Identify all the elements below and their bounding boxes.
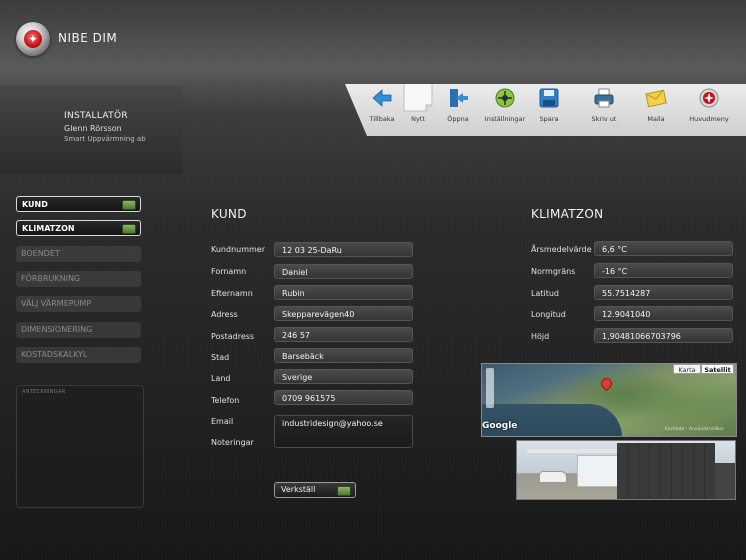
customer-section-title: KUND	[211, 207, 247, 221]
field-label-postadress: Postadress	[211, 332, 255, 341]
fornamn-field[interactable]: Daniel	[274, 264, 413, 279]
status-led-icon	[337, 486, 351, 496]
nav-item-klimatzon[interactable]: KLIMATZON	[16, 220, 141, 236]
nav-item-label: DIMENSIONERING	[21, 325, 93, 334]
installer-title: INSTALLATÖR	[64, 111, 128, 121]
logo-emblem-icon: ✦	[24, 30, 42, 48]
field-label-hojd: Höjd	[531, 332, 550, 341]
field-label-arsmedelvarde: Årsmedelvärde	[531, 245, 592, 254]
new-document-icon	[403, 84, 433, 112]
nav-item-label: BOENDET	[21, 249, 60, 258]
field-label-kundnummer: Kundnummer	[211, 245, 266, 254]
telefon-field[interactable]: 0709 961575	[274, 390, 413, 405]
field-label-noteringar: Noteringar	[211, 438, 254, 447]
field-label-efternamn: Efternamn	[211, 289, 253, 298]
stad-field[interactable]: Barsebäck	[274, 348, 413, 363]
printer-icon	[594, 88, 614, 108]
map-tab-karta[interactable]: Karta	[673, 364, 701, 374]
normgrans-field[interactable]: -16 °C	[594, 263, 733, 278]
map-credit[interactable]: Kartdata - Användarvillkor	[665, 427, 724, 432]
status-led-icon	[122, 200, 136, 210]
field-label-latitud: Latitud	[531, 289, 560, 298]
adress-field[interactable]: Skeppare­vägen40	[274, 306, 413, 321]
kundnummer-field[interactable]: 12 03 25-DaRu	[274, 242, 413, 257]
field-label-stad: Stad	[211, 353, 230, 362]
nav-item-valj-varmepump[interactable]: VÄLJ VÄRMEPUMP	[16, 296, 141, 312]
hojd-field[interactable]: 1,90481066703796	[594, 328, 733, 343]
status-led-icon	[122, 224, 136, 234]
field-label-normgrans: Normgräns	[531, 267, 576, 276]
field-label-email: Email	[211, 417, 234, 426]
field-label-fornamn: Fornamn	[211, 267, 247, 276]
nav-item-label: FÖRBRUKNING	[21, 274, 81, 283]
notes-textarea[interactable]	[16, 385, 144, 508]
longitud-field[interactable]: 12.9041040	[594, 306, 733, 321]
field-label-land: Land	[211, 374, 231, 383]
efternamn-field[interactable]: Rubin	[274, 285, 413, 300]
location-map[interactable]	[481, 363, 737, 437]
latitud-field[interactable]: 55.7514287	[594, 285, 733, 300]
toolbar-save-label: Spara	[539, 115, 559, 123]
car-image	[539, 471, 567, 483]
notes-label: ANTECKNINGAR	[22, 389, 66, 395]
house-photo	[516, 440, 736, 500]
nav-item-kund[interactable]: KUND	[16, 196, 141, 212]
climate-section-title: KLIMATZON	[531, 207, 604, 221]
nav-item-boendet[interactable]: BOENDET	[16, 246, 141, 262]
toolbar-mail-button[interactable]: Maila	[631, 84, 681, 136]
toolbar-main-menu-button[interactable]: Huvudmeny	[684, 84, 734, 136]
installer-name: Glenn Rörsson	[64, 124, 122, 133]
land-field[interactable]: Sverige	[274, 369, 413, 384]
installer-company: Smart Uppvärmning ab	[64, 135, 146, 143]
google-logo: Google	[482, 421, 518, 431]
postadress-field[interactable]: 246 57	[274, 327, 413, 342]
nav-item-label: KUND	[22, 200, 48, 209]
field-label-telefon: Telefon	[211, 396, 240, 405]
save-icon	[539, 88, 559, 108]
nav-item-forbrukning[interactable]: FÖRBRUKNING	[16, 271, 141, 287]
map-zoom-control[interactable]	[486, 368, 494, 408]
apply-button[interactable]: Verkställ	[274, 482, 356, 498]
toolbar: Tillbaka Nytt Öppna Inställningar Spara …	[345, 84, 746, 136]
toolbar-main-menu-label: Huvudmeny	[689, 115, 729, 123]
email-field[interactable]: industridesign@yahoo.se	[274, 415, 413, 448]
map-tab-satellit[interactable]: Satellit	[701, 364, 734, 374]
nav-item-label: KOSTADSKALKYL	[21, 350, 88, 359]
apply-button-label: Verkställ	[281, 485, 316, 494]
arsmedelvarde-field[interactable]: 6,6 °C	[594, 241, 733, 256]
field-label-longitud: Longitud	[531, 310, 566, 319]
nav-item-kostadskalkyl[interactable]: KOSTADSKALKYL	[16, 347, 141, 363]
app-logo: ✦	[16, 22, 50, 56]
nav-item-label: KLIMATZON	[22, 224, 75, 233]
settings-icon	[495, 88, 515, 108]
back-arrow-icon	[372, 89, 392, 107]
nav-item-dimensionering[interactable]: DIMENSIONERING	[16, 322, 141, 338]
toolbar-print-button[interactable]: Skriv ut	[579, 84, 629, 136]
main-menu-icon	[699, 88, 719, 108]
toolbar-save-button[interactable]: Spara	[524, 84, 574, 136]
toolbar-open-button[interactable]: Öppna	[433, 84, 483, 136]
mail-icon	[645, 89, 667, 108]
toolbar-settings-button[interactable]: Inställningar	[480, 84, 530, 136]
app-title: NIBE DIM	[58, 31, 118, 45]
nav-item-label: VÄLJ VÄRMEPUMP	[21, 299, 92, 308]
open-icon	[450, 89, 468, 107]
field-label-adress: Adress	[211, 310, 238, 319]
